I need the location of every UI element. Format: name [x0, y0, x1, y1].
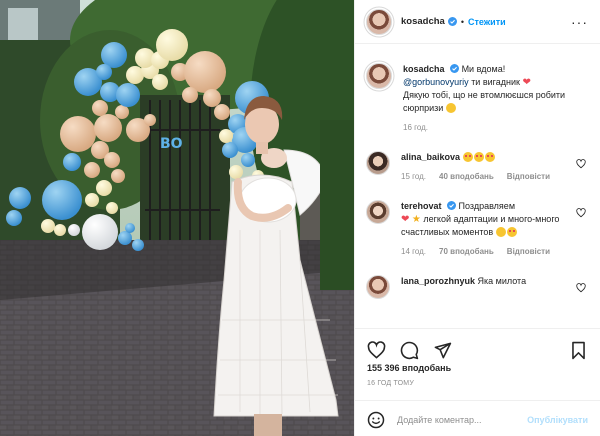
like-comment-icon[interactable] [576, 283, 586, 293]
caption-mention-link[interactable]: @gorbunovyuriy [403, 77, 469, 87]
verified-icon [447, 201, 457, 210]
post-side-panel: kosadcha • Стежити ··· kosadcha Ми вдома… [354, 0, 600, 436]
caption-avatar[interactable] [366, 63, 392, 89]
comment-icon[interactable] [400, 341, 419, 360]
post-timestamp: 16 ГОД ТОМУ [367, 380, 414, 387]
comment-avatar[interactable] [366, 151, 390, 175]
comment-text-start: Поздравляем [458, 201, 516, 211]
comment-item: lana_porozhnyuk Яка милота [366, 275, 588, 299]
share-icon[interactable] [433, 341, 452, 360]
separator-dot: • [460, 16, 464, 27]
like-comment-icon[interactable] [576, 208, 586, 218]
smile-emoji [495, 227, 506, 237]
red-heart-emoji: ❤ [401, 214, 410, 225]
caption-text-end: Дякую тобі, що не втомлюєшся робити сюрп… [403, 90, 566, 113]
comment-likes[interactable]: 70 вподобань [439, 245, 494, 258]
comment-item: alina_baikova 15 год. 40 вподобань Відпо… [366, 151, 588, 183]
comment-time: 14 год. [401, 247, 427, 256]
comment-text: Яка милота [477, 276, 527, 286]
caption-username[interactable]: kosadcha [403, 64, 445, 74]
caption: kosadcha Ми вдома! @gorbunovyuriy ти виг… [366, 63, 588, 134]
photo-illustration: BO [0, 0, 354, 436]
reply-button[interactable]: Відповісти [507, 170, 550, 183]
comment-username[interactable]: lana_porozhnyuk [401, 276, 475, 286]
action-bar [355, 329, 600, 363]
follow-button[interactable]: Стежити [468, 17, 506, 27]
like-comment-icon[interactable] [576, 159, 586, 169]
verified-icon [447, 17, 457, 26]
comment-time: 15 год. [401, 172, 427, 181]
more-options-icon[interactable]: ··· [571, 15, 588, 29]
post-actions: 155 396 вподобань 16 ГОД ТОМУ Опублікува… [355, 328, 600, 436]
heart-eyes-emoji [473, 152, 484, 162]
comment-text-end: легкой адаптации и много-много счастливы… [401, 214, 560, 237]
likes-count[interactable]: 155 396 вподобань [355, 363, 600, 373]
heart-eyes-emoji [484, 152, 495, 162]
author-username[interactable]: kosadcha [401, 16, 445, 27]
comment-item: terehovat Поздравляем ❤ ★ легкой адаптац… [366, 200, 588, 258]
verified-icon [450, 64, 460, 73]
heart-eyes-emoji [506, 227, 517, 237]
sweat-smile-emoji [445, 103, 456, 113]
comment-username[interactable]: terehovat [401, 201, 442, 211]
comment-input[interactable] [397, 414, 528, 425]
add-comment-bar: Опублікувати [355, 400, 600, 436]
like-icon[interactable] [367, 340, 386, 360]
post-photo[interactable]: BO [0, 0, 354, 436]
star-emoji: ★ [411, 214, 421, 225]
bookmark-icon[interactable] [569, 341, 588, 360]
comment-avatar[interactable] [366, 200, 390, 224]
heart-eyes-emoji [462, 152, 473, 162]
svg-text:BO: BO [160, 136, 183, 152]
comment-likes[interactable]: 40 вподобань [439, 170, 494, 183]
comments-list[interactable]: kosadcha Ми вдома! @gorbunovyuriy ти виг… [355, 45, 600, 327]
comment-username[interactable]: alina_baikova [401, 152, 460, 162]
comment-avatar[interactable] [366, 275, 390, 299]
caption-time: 16 год. [403, 123, 429, 132]
caption-text-middle: ти вигадник [471, 77, 520, 87]
reply-button[interactable]: Відповісти [507, 245, 550, 258]
publish-comment-button[interactable]: Опублікувати [527, 415, 588, 425]
red-heart-emoji: ❤ [522, 77, 531, 88]
emoji-picker-icon[interactable] [367, 411, 385, 429]
post-header: kosadcha • Стежити ··· [355, 0, 600, 44]
caption-text-start: Ми вдома! [461, 64, 506, 74]
avatar[interactable] [366, 8, 392, 35]
